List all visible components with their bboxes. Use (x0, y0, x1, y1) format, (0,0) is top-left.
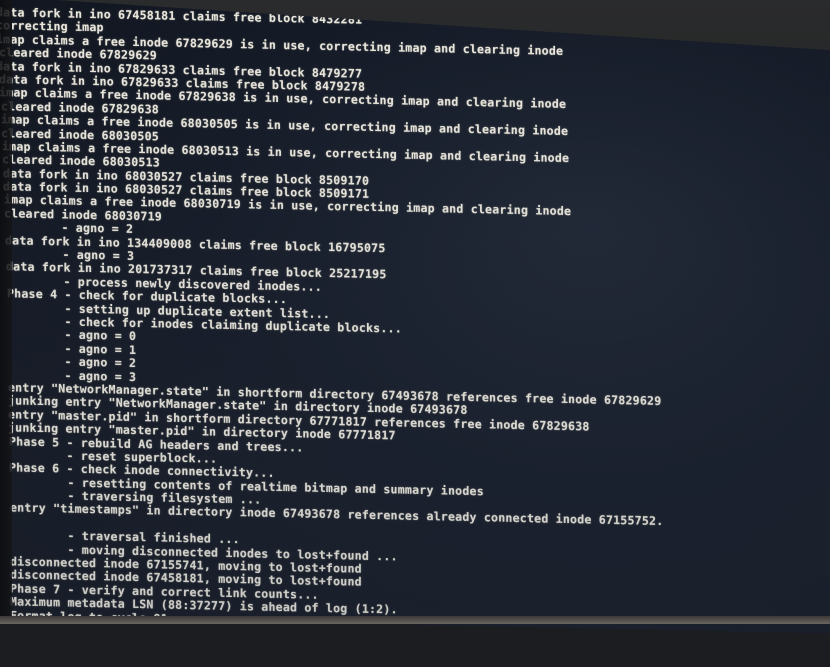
text-cursor (34, 644, 42, 646)
shell-prompt-line[interactable]: :/# (0, 635, 663, 662)
monitor-screen: data fork in ino 67458181 claims free bl… (0, 0, 830, 634)
shell-prompt: :/# (10, 635, 32, 649)
monitor-frame-edge (0, 0, 12, 624)
terminal-output[interactable]: data fork in ino 67458181 claims free bl… (0, 6, 663, 663)
monitor-bezel-bottom (0, 616, 830, 624)
